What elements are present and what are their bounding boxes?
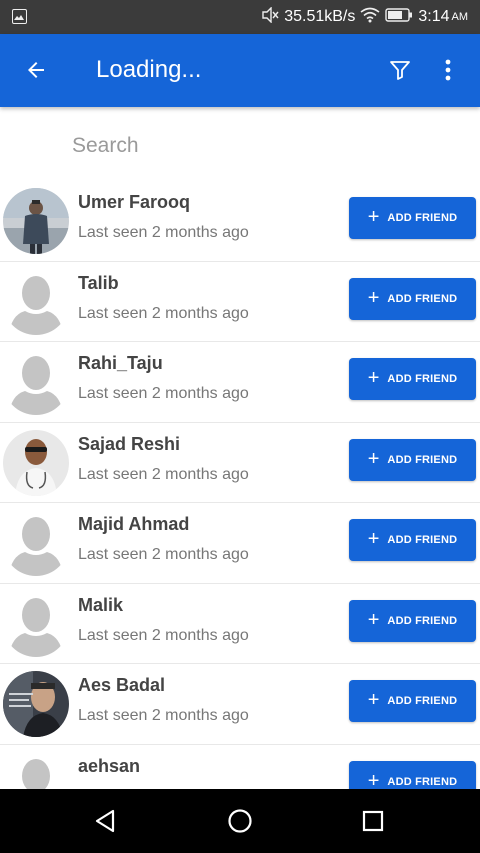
add-friend-button[interactable]: + ADD FRIEND: [349, 197, 476, 239]
user-name: Umer Farooq: [78, 192, 191, 212]
add-friend-button[interactable]: + ADD FRIEND: [349, 358, 476, 400]
avatar: [3, 188, 69, 254]
user-name: Malik: [78, 594, 124, 615]
add-friend-label: ADD FRIEND: [387, 373, 458, 385]
add-friend-label: ADD FRIEND: [387, 212, 458, 224]
last-seen: Last seen 2 months ago: [78, 707, 249, 724]
add-friend-button[interactable]: + ADD FRIEND: [349, 680, 476, 722]
plus-icon: +: [367, 367, 380, 389]
add-friend-button[interactable]: + ADD FRIEND: [349, 519, 476, 561]
list-item[interactable]: Aes Badal Last seen 2 months ago + ADD F…: [0, 664, 480, 745]
list-item[interactable]: Majid Ahmad Last seen 2 months ago + ADD…: [0, 503, 480, 584]
avatar-placeholder: [3, 510, 69, 576]
system-nav-bar: [0, 789, 480, 853]
add-friend-button[interactable]: + ADD FRIEND: [349, 438, 476, 481]
list-item[interactable]: Sajad Reshi Last seen 2 months ago + ADD…: [0, 423, 480, 503]
last-seen: Last seen 2 months ago: [78, 224, 249, 241]
add-friend-button[interactable]: + ADD FRIEND: [349, 760, 476, 790]
last-seen: Last seen 2 months ago: [78, 385, 249, 402]
circle-home-icon[interactable]: [222, 803, 258, 839]
avatar-placeholder: [3, 751, 69, 789]
add-friend-button[interactable]: + ADD FRIEND: [349, 277, 476, 320]
search-bar: [0, 108, 480, 182]
add-friend-label: ADD FRIEND: [387, 695, 458, 707]
avatar-placeholder: [3, 349, 69, 415]
avatar: [3, 429, 69, 496]
add-friend-label: ADD FRIEND: [387, 534, 458, 546]
list-item[interactable]: Malik Last seen 2 months ago + ADD FRIEN…: [0, 584, 480, 664]
list-item[interactable]: Umer Farooq Last seen 2 months ago + ADD…: [0, 181, 480, 262]
network-speed: 35.51kB/s: [284, 8, 356, 25]
page-title: Loading...: [96, 56, 202, 83]
add-friend-label: ADD FRIEND: [387, 775, 458, 788]
last-seen: Last seen 2 months ago: [78, 465, 249, 483]
status-right: 35.51kB/s 3:14 AM: [261, 0, 468, 34]
user-name: Aes Badal: [78, 675, 166, 695]
plus-icon: +: [367, 206, 380, 228]
list-item[interactable]: Rahi_Taju Last seen 2 months ago + ADD F…: [0, 342, 480, 423]
add-friend-label: ADD FRIEND: [387, 292, 458, 305]
plus-icon: +: [367, 689, 380, 711]
filter-icon[interactable]: [386, 56, 414, 84]
avatar: [3, 671, 69, 737]
triangle-back-icon[interactable]: [88, 803, 124, 839]
search-input[interactable]: [72, 128, 462, 164]
user-name: Sajad Reshi: [78, 433, 181, 454]
user-name: Rahi_Taju: [78, 353, 163, 373]
more-vert-icon[interactable]: [434, 54, 462, 86]
plus-icon: +: [367, 608, 380, 631]
last-seen: Last seen 2 months ago: [78, 546, 249, 563]
battery-icon: [385, 7, 413, 28]
last-seen: Last seen 2 months ago: [78, 304, 249, 322]
plus-icon: +: [367, 769, 380, 790]
list-item[interactable]: Talib Last seen 2 months ago + ADD FRIEN…: [0, 262, 480, 342]
add-friend-label: ADD FRIEND: [387, 453, 458, 466]
status-bar: 35.51kB/s 3:14 AM: [0, 0, 480, 34]
clock-ampm: AM: [451, 11, 469, 23]
avatar-placeholder: [3, 590, 69, 657]
plus-icon: +: [367, 286, 380, 309]
gallery-icon: [12, 9, 27, 24]
user-name: Majid Ahmad: [78, 514, 190, 534]
square-recents-icon[interactable]: [355, 803, 391, 839]
list-item[interactable]: aehsan + ADD FRIEND: [0, 745, 480, 790]
clock: 3:14: [418, 8, 450, 25]
avatar-placeholder: [3, 268, 69, 335]
add-friend-button[interactable]: + ADD FRIEND: [349, 599, 476, 642]
add-friend-label: ADD FRIEND: [387, 614, 458, 627]
arrow-back-icon[interactable]: [20, 54, 52, 86]
app-bar: Loading...: [0, 34, 480, 107]
user-list: Umer Farooq Last seen 2 months ago + ADD…: [0, 181, 480, 789]
last-seen: Last seen 2 months ago: [78, 626, 249, 644]
mute-icon: [261, 5, 279, 28]
user-name: Talib: [78, 272, 119, 293]
plus-icon: +: [367, 528, 380, 550]
plus-icon: +: [367, 447, 380, 470]
user-name: aehsan: [78, 755, 141, 776]
wifi-icon: [360, 7, 380, 28]
